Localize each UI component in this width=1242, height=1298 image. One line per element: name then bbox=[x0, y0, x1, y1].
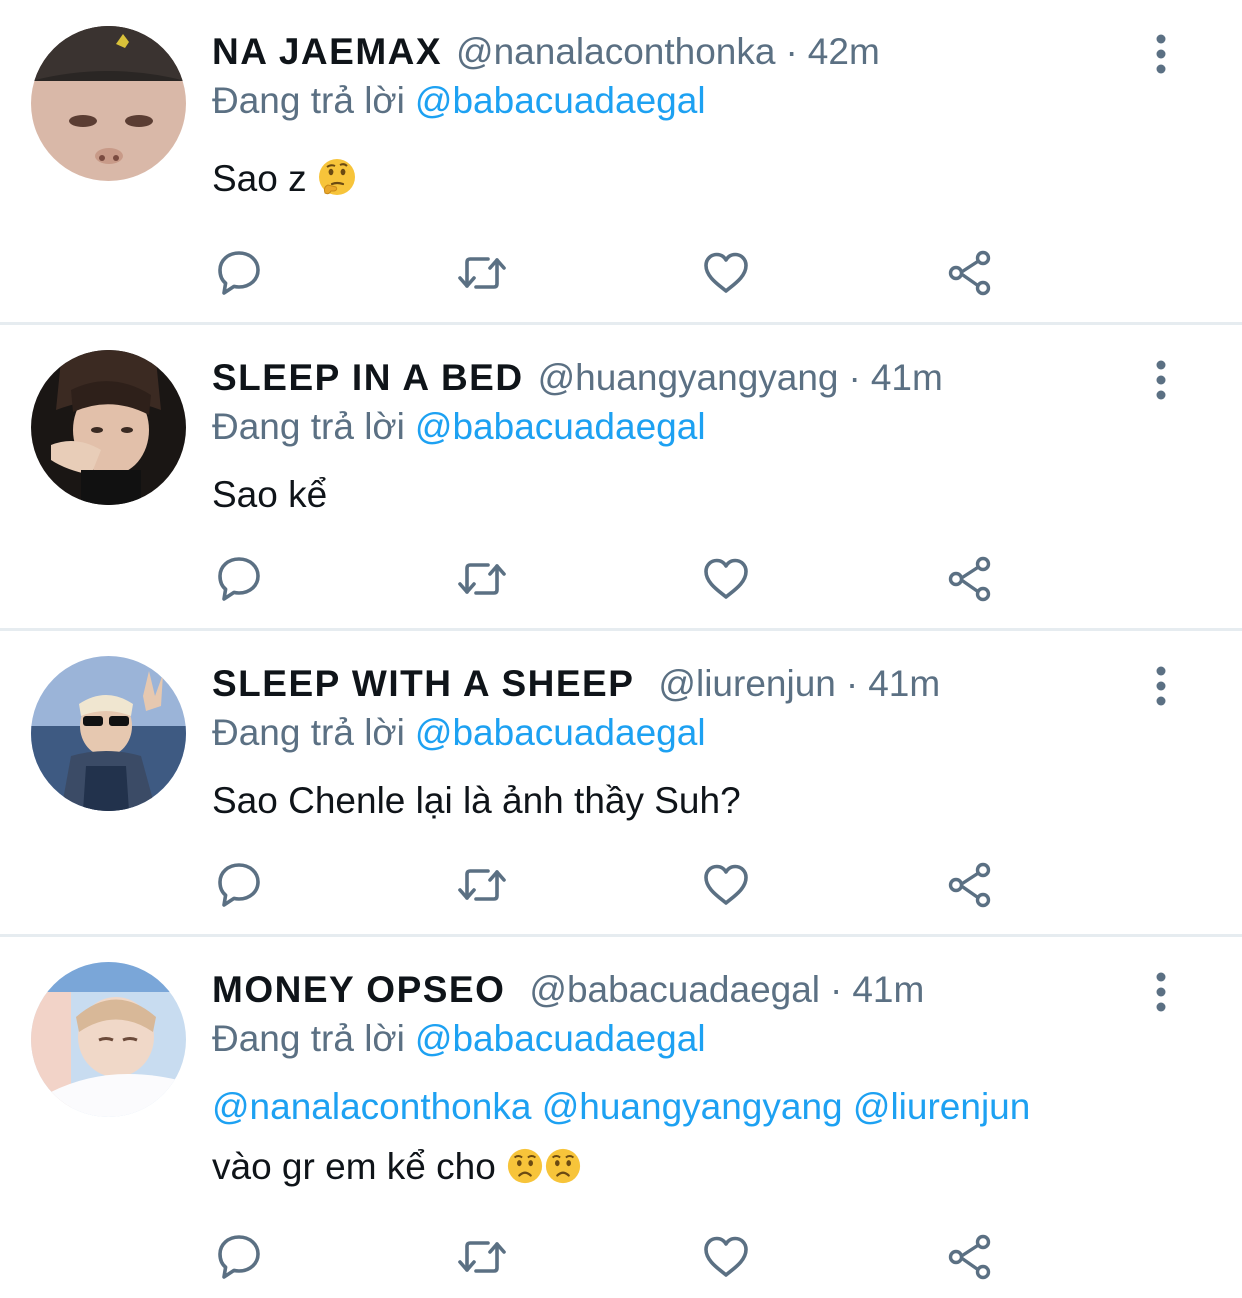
timestamp[interactable]: 41m bbox=[868, 663, 940, 705]
replying-to-label: Đang trả lời bbox=[212, 712, 405, 753]
tweet-actions bbox=[212, 1230, 1012, 1284]
tweet-actions bbox=[212, 246, 1012, 300]
more-vertical-icon[interactable] bbox=[1146, 34, 1176, 74]
mention-link[interactable]: @liurenjun bbox=[853, 1086, 1030, 1127]
separator: · bbox=[848, 357, 861, 398]
reply-mention-link[interactable]: @babacuadaegal bbox=[415, 712, 706, 753]
display-name[interactable]: SLEEP IN A BED bbox=[212, 357, 524, 399]
tweet-text-content: Sao kể bbox=[212, 474, 328, 515]
tweet-text-content: Sao z bbox=[212, 158, 307, 199]
user-handle[interactable]: @nanalaconthonka bbox=[456, 31, 775, 73]
tweet-divider bbox=[0, 628, 1242, 631]
share-icon[interactable] bbox=[943, 858, 997, 912]
timestamp[interactable]: 41m bbox=[852, 969, 924, 1011]
tweet-header: NA JAEMAX @nanalaconthonka · 42m bbox=[212, 24, 880, 80]
user-handle[interactable]: @liurenjun bbox=[658, 663, 835, 705]
retweet-icon[interactable] bbox=[455, 858, 509, 912]
more-vertical-icon[interactable] bbox=[1146, 972, 1176, 1012]
avatar[interactable] bbox=[31, 26, 186, 181]
like-icon[interactable] bbox=[699, 858, 753, 912]
more-vertical-icon[interactable] bbox=[1146, 666, 1176, 706]
replying-to-line: Đang trả lời @babacuadaegal bbox=[212, 80, 706, 122]
reply-icon[interactable] bbox=[212, 246, 266, 300]
worried-face-icon bbox=[506, 1147, 544, 1185]
separator: · bbox=[830, 969, 843, 1010]
replying-to-label: Đang trả lời bbox=[212, 1018, 405, 1059]
tweet-mentions: @nanalaconthonka @huangyangyang @liurenj… bbox=[212, 1077, 1030, 1137]
tweet-header: SLEEP IN A BED @huangyangyang · 41m bbox=[212, 350, 943, 406]
display-name[interactable]: NA JAEMAX bbox=[212, 31, 442, 73]
like-icon[interactable] bbox=[699, 1230, 753, 1284]
tweet-text: Sao z bbox=[212, 149, 357, 209]
replying-to-line: Đang trả lời @babacuadaegal bbox=[212, 1018, 706, 1060]
tweet-3[interactable]: SLEEP WITH A SHEEP @liurenjun · 41m Đang… bbox=[0, 656, 1242, 934]
reply-icon[interactable] bbox=[212, 858, 266, 912]
tweet-actions bbox=[212, 858, 1012, 912]
retweet-icon[interactable] bbox=[455, 1230, 509, 1284]
avatar[interactable] bbox=[31, 656, 186, 811]
avatar[interactable] bbox=[31, 350, 186, 505]
reply-mention-link[interactable]: @babacuadaegal bbox=[415, 80, 706, 121]
like-icon[interactable] bbox=[699, 246, 753, 300]
user-handle[interactable]: @babacuadaegal bbox=[529, 969, 820, 1011]
reply-mention-link[interactable]: @babacuadaegal bbox=[415, 1018, 706, 1059]
reply-icon[interactable] bbox=[212, 552, 266, 606]
user-handle[interactable]: @huangyangyang bbox=[538, 357, 839, 399]
avatar[interactable] bbox=[31, 962, 186, 1117]
tweet-divider bbox=[0, 322, 1242, 325]
tweet-1[interactable]: NA JAEMAX @nanalaconthonka · 42m Đang tr… bbox=[0, 24, 1242, 322]
tweet-text: vào gr em kể cho bbox=[212, 1137, 582, 1197]
retweet-icon[interactable] bbox=[455, 552, 509, 606]
tweet-text-content: vào gr em kể cho bbox=[212, 1146, 496, 1187]
retweet-icon[interactable] bbox=[455, 246, 509, 300]
like-icon[interactable] bbox=[699, 552, 753, 606]
share-icon[interactable] bbox=[943, 1230, 997, 1284]
thinking-face-icon bbox=[317, 157, 357, 197]
tweet-header: MONEY OPSEO @babacuadaegal · 41m bbox=[212, 962, 924, 1018]
separator: · bbox=[845, 663, 859, 704]
tweet-2[interactable]: SLEEP IN A BED @huangyangyang · 41m Đang… bbox=[0, 350, 1242, 628]
tweet-text-content: Sao Chenle lại là ảnh thầy Suh? bbox=[212, 780, 741, 821]
mention-link[interactable]: @nanalaconthonka bbox=[212, 1086, 531, 1127]
more-vertical-icon[interactable] bbox=[1146, 360, 1176, 400]
mention-link[interactable]: @huangyangyang bbox=[542, 1086, 843, 1127]
tweet-text: Sao Chenle lại là ảnh thầy Suh? bbox=[212, 771, 741, 831]
separator: · bbox=[785, 31, 798, 72]
share-icon[interactable] bbox=[943, 552, 997, 606]
share-icon[interactable] bbox=[943, 246, 997, 300]
tweet-divider bbox=[0, 934, 1242, 937]
display-name[interactable]: SLEEP WITH A SHEEP bbox=[212, 663, 634, 705]
worried-face-icon bbox=[544, 1147, 582, 1185]
tweet-header: SLEEP WITH A SHEEP @liurenjun · 41m bbox=[212, 656, 940, 712]
timestamp[interactable]: 42m bbox=[808, 31, 880, 73]
tweet-text: Sao kể bbox=[212, 465, 327, 525]
reply-mention-link[interactable]: @babacuadaegal bbox=[415, 406, 706, 447]
replying-to-label: Đang trả lời bbox=[212, 80, 405, 121]
reply-icon[interactable] bbox=[212, 1230, 266, 1284]
replying-to-line: Đang trả lời @babacuadaegal bbox=[212, 712, 706, 754]
replying-to-label: Đang trả lời bbox=[212, 406, 405, 447]
tweet-4[interactable]: MONEY OPSEO @babacuadaegal · 41m Đang tr… bbox=[0, 962, 1242, 1298]
display-name[interactable]: MONEY OPSEO bbox=[212, 969, 505, 1011]
replying-to-line: Đang trả lời @babacuadaegal bbox=[212, 406, 706, 448]
tweet-actions bbox=[212, 552, 1012, 606]
timestamp[interactable]: 41m bbox=[871, 357, 943, 399]
